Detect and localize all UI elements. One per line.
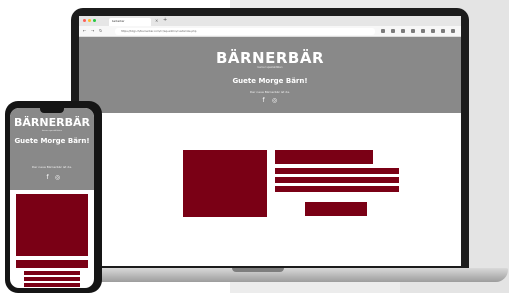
reload-icon[interactable]: ↻ bbox=[99, 28, 102, 34]
url-input[interactable]: https://bilgi.ch/barnerbar.com/rc/wp-adm… bbox=[115, 27, 375, 35]
forward-icon[interactable]: → bbox=[91, 28, 94, 34]
extension-icon[interactable] bbox=[401, 29, 405, 33]
profile-icon[interactable] bbox=[441, 29, 445, 33]
phone-site-header: BÄRNERBÄR berner spezialitäten Guete Mor… bbox=[10, 108, 94, 190]
laptop-notch bbox=[232, 268, 284, 272]
phone-notch bbox=[40, 108, 64, 113]
facebook-icon[interactable]: f bbox=[44, 174, 51, 181]
site-header: BÄRNERBÄR berner spezialitäten Guete Mor… bbox=[79, 37, 461, 113]
extension-icon[interactable] bbox=[431, 29, 435, 33]
content-button-placeholder[interactable] bbox=[305, 202, 367, 216]
phone-logo-subtitle: berner spezialitäten bbox=[41, 130, 63, 132]
logo-subtitle: berner spezialitäten bbox=[257, 66, 283, 69]
phone-content-text-line bbox=[24, 283, 80, 287]
browser-tab[interactable]: berberbar bbox=[109, 18, 151, 26]
window-close-dot[interactable] bbox=[83, 19, 86, 22]
window-maximize-dot[interactable] bbox=[93, 19, 96, 22]
facebook-icon[interactable]: f bbox=[260, 97, 267, 104]
phone-content-text-line bbox=[24, 277, 80, 281]
content-text-line bbox=[275, 168, 399, 174]
menu-icon[interactable] bbox=[451, 29, 455, 33]
content-heading-placeholder bbox=[275, 150, 373, 164]
window-minimize-dot[interactable] bbox=[88, 19, 91, 22]
content-image-placeholder[interactable] bbox=[183, 150, 267, 217]
extension-icon[interactable] bbox=[411, 29, 415, 33]
phone-content-image-placeholder[interactable] bbox=[16, 194, 88, 256]
tab-close-icon[interactable]: × bbox=[155, 18, 158, 24]
browser-tab-bar: berberbar × + bbox=[79, 16, 461, 26]
phone-greeting-heading: Guete Morge Bärn! bbox=[14, 137, 90, 145]
content-text-line bbox=[275, 177, 399, 183]
tagline: Der neue Bärnerbär ist da. bbox=[249, 90, 290, 94]
phone-content-heading-placeholder bbox=[16, 260, 88, 268]
extension-icon[interactable] bbox=[391, 29, 395, 33]
extension-icon[interactable] bbox=[421, 29, 425, 33]
content-text-line bbox=[275, 186, 399, 192]
address-bar-row: ← → ↻ https://bilgi.ch/barnerbar.com/rc/… bbox=[79, 26, 461, 37]
phone-screen: BÄRNERBÄR berner spezialitäten Guete Mor… bbox=[10, 108, 94, 288]
phone-content-text-line bbox=[24, 271, 80, 275]
greeting-heading: Guete Morge Bärn! bbox=[232, 77, 308, 85]
instagram-icon[interactable]: ◎ bbox=[54, 174, 61, 181]
site-logo[interactable]: BÄRNERBÄR bbox=[79, 50, 461, 66]
laptop-screen: berberbar × + ← → ↻ https://bilgi.ch/bar… bbox=[79, 16, 461, 266]
instagram-icon[interactable]: ◎ bbox=[271, 97, 278, 104]
new-tab-icon[interactable]: + bbox=[163, 17, 167, 24]
extension-icon[interactable] bbox=[381, 29, 385, 33]
phone-tagline: Der neue Bärnerbär ist da. bbox=[31, 165, 72, 169]
phone-site-logo[interactable]: BÄRNERBÄR bbox=[10, 117, 94, 129]
back-icon[interactable]: ← bbox=[83, 28, 86, 34]
